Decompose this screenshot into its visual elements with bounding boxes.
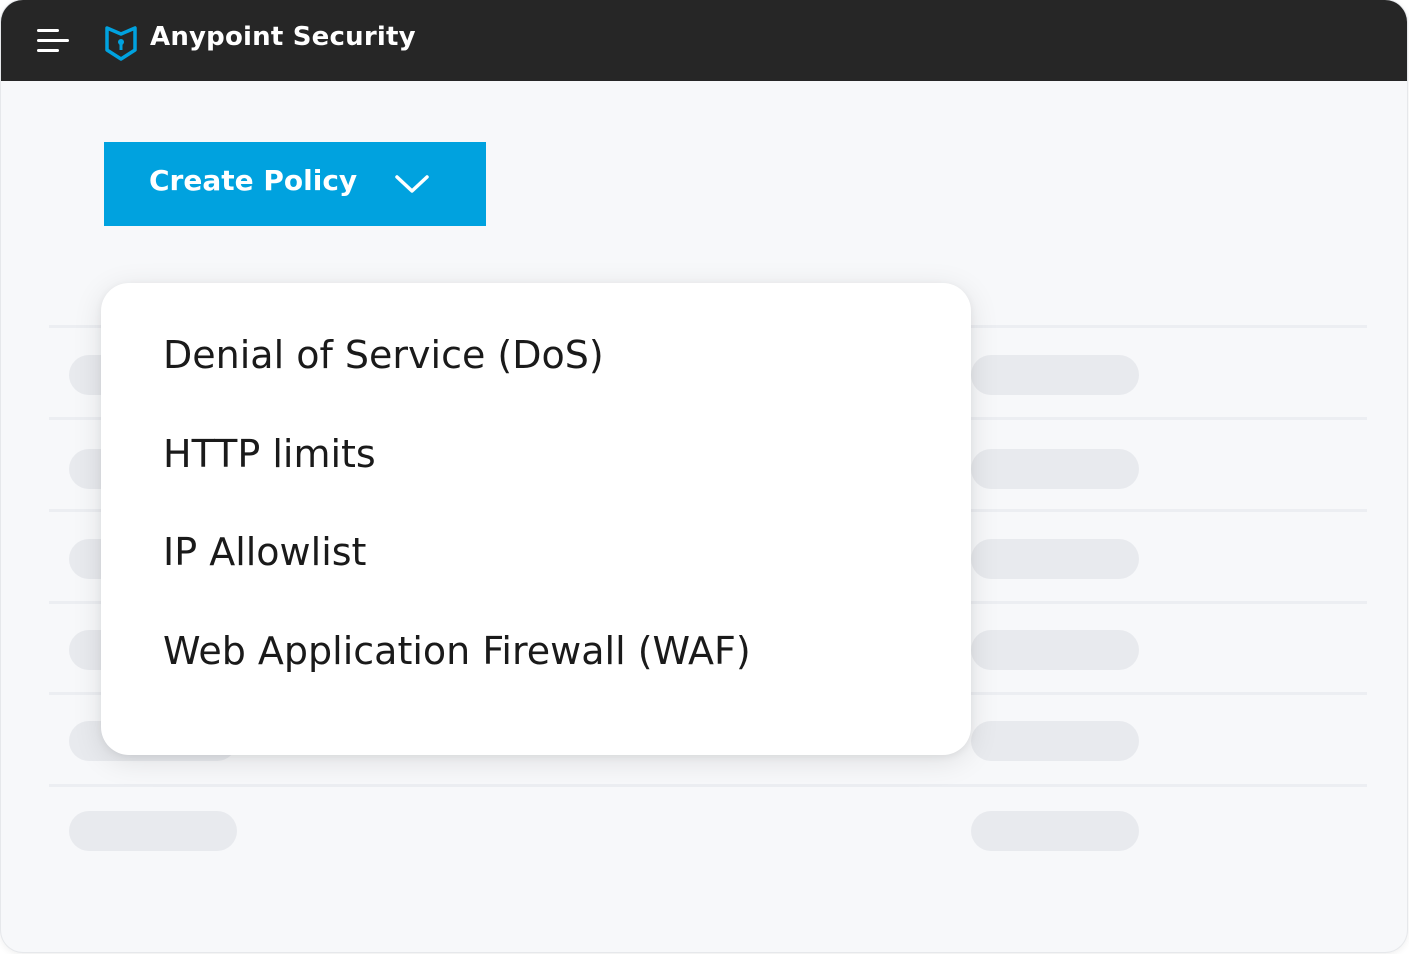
top-bar: Anypoint Security: [1, 0, 1407, 81]
table-row-placeholder: [971, 355, 1139, 395]
table-row-placeholder: [971, 811, 1139, 851]
hamburger-menu-icon[interactable]: [37, 27, 71, 55]
app-title: Anypoint Security: [150, 22, 416, 52]
create-policy-label: Create Policy: [149, 164, 358, 197]
chevron-down-icon: [395, 175, 429, 193]
table-row-placeholder: [971, 539, 1139, 579]
table-row-placeholder: [971, 630, 1139, 670]
table-row-placeholder: [971, 721, 1139, 761]
menu-item-http-limits[interactable]: HTTP limits: [163, 432, 376, 476]
menu-item-dos[interactable]: Denial of Service (DoS): [163, 333, 604, 377]
create-policy-dropdown: Denial of Service (DoS) HTTP limits IP A…: [101, 283, 971, 755]
app-window: Anypoint Security Create Policy Denial o…: [1, 0, 1407, 952]
table-row-divider: [49, 784, 1367, 787]
menu-item-ip-allowlist[interactable]: IP Allowlist: [163, 530, 366, 574]
menu-item-waf[interactable]: Web Application Firewall (WAF): [163, 629, 751, 673]
shield-logo-icon: [105, 26, 137, 61]
create-policy-button[interactable]: Create Policy: [104, 142, 486, 226]
table-row-placeholder: [69, 811, 237, 851]
table-row-placeholder: [971, 449, 1139, 489]
